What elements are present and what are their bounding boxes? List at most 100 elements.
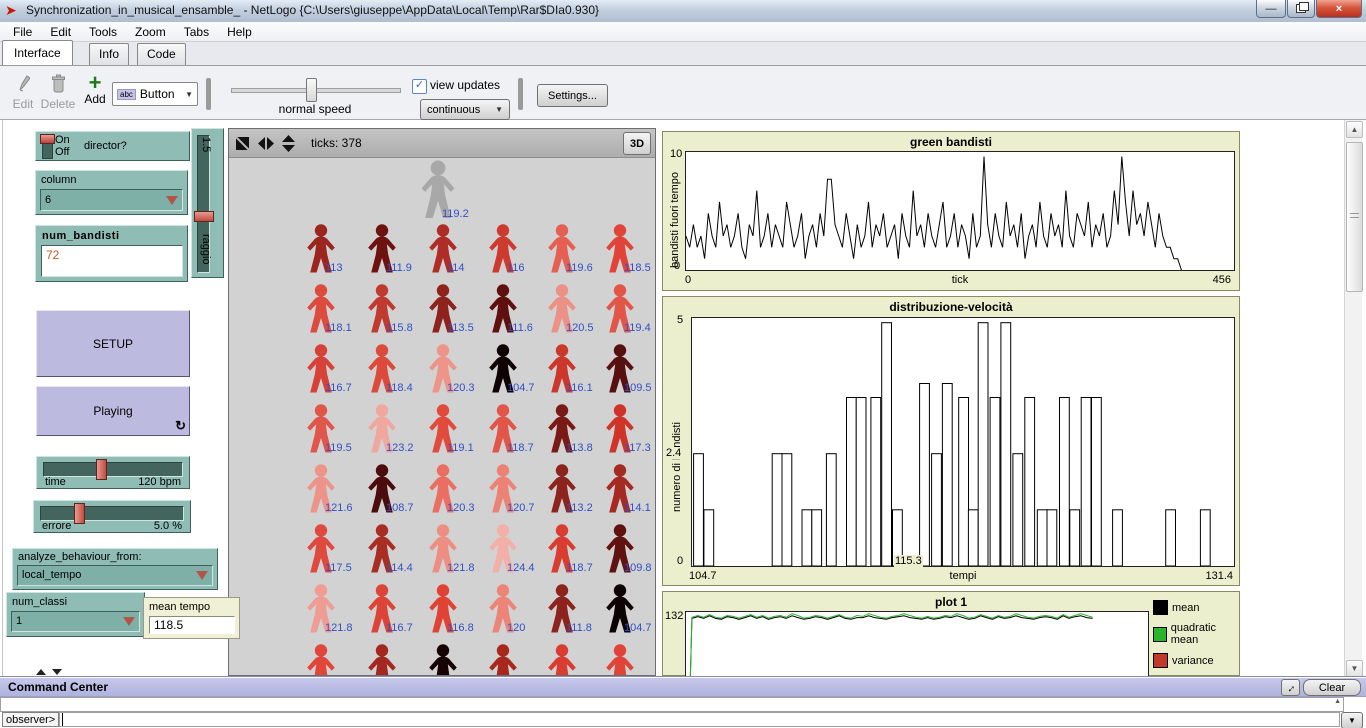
menu-tabs[interactable]: Tabs xyxy=(175,24,218,40)
ticks-counter: ticks: 378 xyxy=(311,136,362,150)
column-chooser[interactable]: column 6 xyxy=(35,170,188,215)
x-axis-mid-label: 115.3 xyxy=(894,555,923,567)
chooser-arrow-icon xyxy=(196,571,208,580)
vertical-arrows-icon[interactable] xyxy=(281,134,296,153)
turtle-label: 114.1 xyxy=(624,502,651,514)
turtle-label: 113.8 xyxy=(566,442,593,454)
settings-button-label: Settings... xyxy=(548,90,597,102)
plot-line xyxy=(686,157,1181,271)
output-scroll-up-icon[interactable]: ▲ xyxy=(1334,698,1341,705)
plot-distribuzione-title: distribuzione-velocità xyxy=(663,300,1239,314)
num-bandisti-field[interactable]: 72 xyxy=(41,245,183,277)
histogram-bar xyxy=(1025,398,1035,567)
analyze-chooser-value: local_tempo xyxy=(22,569,81,581)
raggio-slider-label: raggio xyxy=(200,234,212,265)
errore-slider-handle[interactable] xyxy=(74,503,85,524)
errore-slider-track[interactable] xyxy=(40,506,184,521)
menu-tools[interactable]: Tools xyxy=(80,24,126,40)
view-updates-checkbox[interactable]: ✓ xyxy=(412,79,427,94)
turtle-label: 114.4 xyxy=(386,562,413,574)
scroll-down-button[interactable]: ▼ xyxy=(1346,660,1363,677)
turtle-label: 111.9 xyxy=(386,262,412,274)
command-output[interactable]: ▲ xyxy=(0,697,1344,712)
setup-button[interactable]: SETUP xyxy=(36,310,190,377)
world-header: ticks: 378 3D xyxy=(229,129,655,158)
update-mode-dropdown[interactable]: continuous ▼ xyxy=(420,99,510,120)
diagonal-resize-icon[interactable] xyxy=(235,136,251,151)
menu-help[interactable]: Help xyxy=(218,24,261,40)
command-history-dropdown[interactable]: ▼ xyxy=(1341,712,1363,728)
num-classi-chooser-box[interactable]: 1 xyxy=(11,611,140,632)
switch-knob[interactable] xyxy=(40,134,55,144)
errore-slider[interactable]: errore 5.0 % xyxy=(33,500,191,533)
analyze-chooser[interactable]: analyze_behaviour_from: local_tempo xyxy=(12,548,218,590)
threed-button[interactable]: 3D xyxy=(623,132,651,155)
director-switch[interactable]: On Off director? xyxy=(35,131,190,161)
widget-type-dropdown[interactable]: abc Button ▼ xyxy=(112,82,198,106)
raggio-slider-handle[interactable] xyxy=(194,211,214,222)
y-axis-label: numero di bandisti xyxy=(671,422,683,512)
plot-plot1: plot 1 132 meanquadratic meanvariance xyxy=(662,591,1240,676)
time-slider[interactable]: time 120 bpm xyxy=(36,456,190,489)
title-bar[interactable]: ➤ Synchronization_in_musical_ensamble_ -… xyxy=(0,0,1366,23)
close-button[interactable]: × xyxy=(1316,0,1362,18)
column-chooser-box[interactable]: 6 xyxy=(40,189,183,211)
time-slider-track[interactable] xyxy=(43,462,183,477)
playing-button-label: Playing xyxy=(93,404,132,418)
splitter-up-icon[interactable] xyxy=(36,669,46,675)
turtle-label: 119.4 xyxy=(624,322,651,334)
legend-item: mean xyxy=(1153,600,1239,615)
horizontal-arrows-icon[interactable] xyxy=(257,136,275,151)
minimize-button[interactable]: — xyxy=(1256,0,1286,18)
menu-edit[interactable]: Edit xyxy=(41,24,80,40)
playing-button[interactable]: Playing ↻ xyxy=(36,386,190,436)
delete-tool[interactable]: Delete xyxy=(40,74,76,111)
edit-tool[interactable]: Edit xyxy=(8,74,38,111)
num-bandisti-input[interactable]: num_bandisti 72 xyxy=(35,225,188,282)
raggio-slider[interactable]: 1.5 raggio xyxy=(191,128,224,278)
num-classi-chooser[interactable]: num_classi 1 xyxy=(6,592,145,637)
delete-tool-label: Delete xyxy=(40,97,76,111)
column-chooser-value: 6 xyxy=(45,194,51,206)
tab-code[interactable]: Code xyxy=(137,43,186,65)
detach-command-center-button[interactable]: ↔ xyxy=(1281,679,1300,696)
turtle-label: 121.6 xyxy=(325,502,353,514)
speed-slider-label: normal speed xyxy=(231,102,399,116)
restore-button[interactable] xyxy=(1287,0,1315,18)
turtle-label: 117.3 xyxy=(624,442,651,454)
num-classi-chooser-value: 1 xyxy=(16,615,22,627)
legend-item: quadratic mean xyxy=(1153,622,1239,646)
menu-zoom[interactable]: Zoom xyxy=(126,24,175,40)
world-canvas[interactable]: 119.2113111.9114116119.6118.5118.1115.81… xyxy=(229,158,655,676)
speed-slider-handle[interactable] xyxy=(306,78,317,102)
mean-tempo-value: 118.5 xyxy=(149,616,235,634)
settings-button[interactable]: Settings... xyxy=(537,84,608,107)
errore-slider-label: errore xyxy=(42,520,71,532)
turtle-label: 111.8 xyxy=(566,622,592,634)
clear-button[interactable]: Clear xyxy=(1303,679,1361,696)
chevron-down-icon: ▼ xyxy=(495,105,503,114)
toolbar: Edit Delete + Add abc Button ▼ normal sp… xyxy=(0,66,1366,120)
tab-interface[interactable]: Interface xyxy=(2,40,73,65)
num-bandisti-value: 72 xyxy=(46,248,59,262)
turtle-label: 120.3 xyxy=(447,382,475,394)
turtle-label: 104.7 xyxy=(624,622,652,634)
histogram-bar xyxy=(978,323,988,566)
turtle-label: 120.5 xyxy=(566,322,594,334)
analyze-chooser-box[interactable]: local_tempo xyxy=(17,565,213,586)
add-tool[interactable]: + Add xyxy=(80,74,110,106)
command-center: Command Center ↔ Clear ▲ observer> ▼ xyxy=(0,676,1366,728)
command-input[interactable] xyxy=(59,712,1340,727)
vertical-scrollbar[interactable]: ▲ ▼ xyxy=(1344,120,1362,676)
histogram-bar xyxy=(1070,510,1080,566)
histogram-bar xyxy=(882,323,892,566)
scrollbar-thumb[interactable] xyxy=(1346,142,1363,292)
menu-file[interactable]: File xyxy=(4,24,41,40)
splitter-down-icon[interactable] xyxy=(52,669,62,675)
time-slider-label: time xyxy=(45,476,66,488)
time-slider-handle[interactable] xyxy=(96,459,107,480)
turtle-label: 117.5 xyxy=(325,562,352,574)
scroll-up-button[interactable]: ▲ xyxy=(1346,121,1363,138)
tab-info[interactable]: Info xyxy=(89,43,129,65)
y-axis-max: 5 xyxy=(677,314,683,326)
